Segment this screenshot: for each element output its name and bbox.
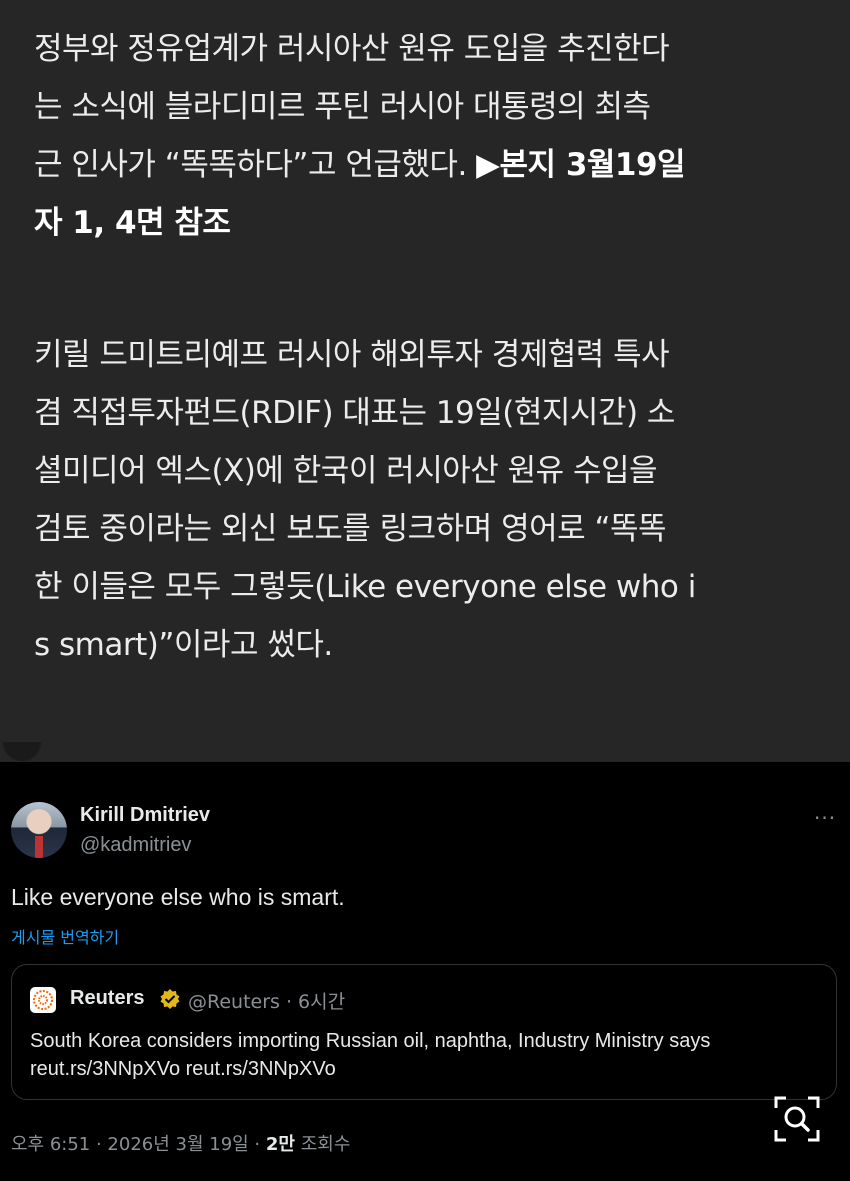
tweet-footer: 오후 6:51 · 2026년 3월 19일 · 2만 조회수 [11,1130,350,1156]
quoted-author-name[interactable]: Reuters [70,987,144,1010]
article-section: 정부와 정유업계가 러시아산 원유 도입을 추진한다 는 소식에 블라디미르 푸… [0,0,850,768]
tweet-card[interactable]: Kirill Dmitriev @kadmitriev ··· Like eve… [0,762,850,1181]
quoted-text: South Korea considers importing Russian … [30,1030,711,1080]
author-name[interactable]: Kirill Dmitriev [80,804,210,827]
author-handle[interactable]: @kadmitriev [80,834,191,857]
quoted-tweet[interactable]: Reuters @Reuters · 6시간 South Korea consi… [11,964,837,1100]
lens-search-icon[interactable] [774,1096,820,1142]
views-label: 조회수 [294,1134,351,1155]
reuters-logo-icon [30,987,56,1013]
verified-badge-icon [160,989,180,1009]
article-paragraph-2: 키릴 드미트리예프 러시아 해외투자 경제협력 특사 겸 직접투자펀드(RDIF… [34,337,696,663]
tweet-timestamp[interactable]: 오후 6:51 · 2026년 3월 19일 · [11,1134,266,1155]
translate-post-link[interactable]: 게시물 번역하기 [11,924,119,948]
tweet-text: Like everyone else who is smart. [11,884,345,910]
quoted-handle-time: @Reuters · 6시간 [188,991,346,1013]
views-count: 2만 [265,1134,295,1155]
avatar[interactable] [11,802,67,858]
article-paragraph-1: 정부와 정유업계가 러시아산 원유 도입을 추진한다 는 소식에 블라디미르 푸… [34,20,824,252]
more-icon[interactable]: ··· [814,806,836,830]
